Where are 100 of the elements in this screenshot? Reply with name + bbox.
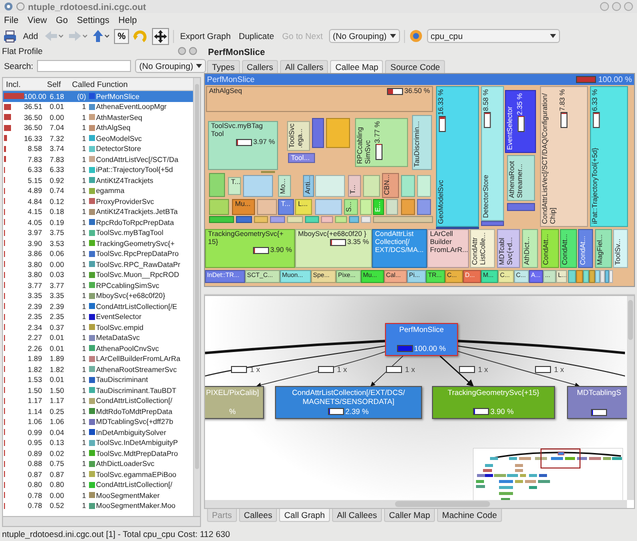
minimize-icon[interactable] (600, 2, 609, 11)
treemap-tile[interactable] (257, 199, 277, 215)
call-arrow[interactable] (456, 350, 580, 388)
scrollbar[interactable] (2, 517, 201, 527)
treemap-tile[interactable] (595, 270, 600, 283)
tab[interactable]: Call Graph (279, 509, 330, 522)
tab[interactable]: Machine Code (437, 509, 502, 522)
treemap-tile[interactable] (236, 216, 252, 223)
tab[interactable]: Callees (238, 509, 278, 522)
treemap-tile[interactable] (583, 270, 589, 283)
treemap-tile[interactable] (568, 270, 576, 283)
menu-item[interactable]: File (4, 15, 19, 25)
treemap-tile[interactable] (209, 216, 234, 223)
grouping-dropdown[interactable]: (No Grouping) (135, 59, 206, 73)
call-edge[interactable] (458, 340, 625, 354)
treemap-tile[interactable] (270, 216, 285, 223)
treemap-tile[interactable] (315, 199, 342, 215)
tab[interactable]: Callers (242, 60, 278, 73)
treemap-tile[interactable] (287, 216, 303, 223)
menu-item[interactable]: Help (118, 15, 137, 25)
column-header[interactable]: Self (44, 80, 69, 88)
graph-overview-drawing[interactable] (473, 448, 623, 502)
pin-icon[interactable] (16, 2, 25, 11)
treemap-tile[interactable] (315, 175, 345, 197)
treemap-tile[interactable] (507, 203, 535, 211)
grouping-dropdown[interactable]: (No Grouping) (328, 29, 400, 43)
float-icon[interactable] (178, 47, 186, 55)
status-text: ntuple_rdotoesd.ini.cgc.out [1] - Total cpu_cpu Cost: 112 630 (2, 529, 230, 539)
call-arrow[interactable] (256, 350, 388, 388)
cycle-arrow-icon[interactable] (133, 30, 148, 42)
column-header[interactable]: Function (95, 80, 193, 88)
tab[interactable]: All Callers (280, 60, 328, 73)
treemap-tile[interactable] (326, 118, 350, 148)
call-edge[interactable] (458, 346, 625, 376)
maximize-icon[interactable] (612, 2, 621, 11)
printer-icon[interactable] (3, 30, 17, 42)
treemap-tile[interactable] (373, 216, 433, 223)
cost-bar-icon (386, 366, 402, 373)
search-field[interactable] (37, 60, 132, 72)
column-header[interactable]: Incl. (3, 80, 44, 88)
cost-bar-icon (459, 366, 475, 373)
treemap-tile[interactable] (360, 199, 372, 215)
close-icon[interactable] (189, 47, 197, 55)
tab[interactable]: Caller Map (384, 509, 436, 522)
add-button[interactable]: Add (21, 30, 40, 42)
treemap-tile[interactable] (481, 221, 504, 226)
treemap-tile[interactable] (600, 270, 605, 283)
target-icon[interactable] (408, 29, 423, 43)
call-arrow[interactable] (440, 356, 474, 387)
tab[interactable]: Types (207, 60, 240, 73)
treemap-tile[interactable] (335, 216, 347, 223)
call-edge[interactable] (205, 340, 386, 354)
menu-item[interactable]: View (28, 15, 47, 25)
treemap-tile[interactable] (401, 199, 415, 215)
treemap-tile[interactable] (605, 270, 609, 283)
panel-title: Flat Profile (2, 46, 43, 56)
treemap-tile[interactable] (254, 216, 268, 223)
treemap-tile[interactable] (363, 175, 380, 197)
treemap-tile[interactable] (243, 175, 273, 197)
tile-percent: 100.00 % (598, 75, 632, 84)
percent-toggle[interactable]: % (114, 28, 130, 44)
menu-item[interactable]: Settings (76, 15, 110, 25)
cost-bar-icon (535, 366, 551, 373)
forward-arrow-icon[interactable] (68, 30, 88, 42)
tab[interactable]: Source Code (385, 60, 446, 73)
treemap-tile[interactable] (361, 216, 371, 223)
treemap-root-bar[interactable]: PerfMonSlice 100.00 % (205, 74, 634, 85)
tab[interactable]: All Callees (332, 509, 382, 522)
column-header[interactable]: Called (69, 80, 95, 88)
close-icon[interactable] (624, 2, 633, 11)
call-arrow[interactable] (370, 356, 404, 387)
call-edge[interactable] (205, 346, 386, 376)
function-title: PerfMonSlice (207, 46, 266, 59)
duplicate-button[interactable]: Duplicate (236, 30, 276, 42)
event-type-dropdown[interactable]: cpu_cpu (426, 29, 560, 43)
scrollbar[interactable] (193, 78, 200, 516)
scrollbar[interactable] (627, 296, 634, 500)
back-arrow-icon[interactable] (44, 30, 64, 42)
dropdown-arrow-icon (550, 34, 556, 38)
treemap-tile[interactable] (305, 216, 319, 223)
tile-label: PerfMonSlice (207, 75, 255, 84)
treemap-tile[interactable] (589, 270, 595, 283)
menu-item[interactable]: Go (56, 15, 68, 25)
treemap-tile[interactable] (609, 270, 613, 283)
treemap-tile[interactable] (417, 175, 431, 197)
move-toggle[interactable] (152, 28, 170, 44)
treemap-tile[interactable] (401, 175, 415, 197)
treemap-tile[interactable] (386, 199, 398, 215)
treemap-tile[interactable] (576, 270, 583, 283)
up-arrow-icon[interactable] (92, 30, 110, 42)
treemap-tile[interactable] (321, 216, 333, 223)
treemap-tile[interactable] (312, 118, 324, 148)
treemap-tile[interactable] (209, 199, 229, 215)
scrollbar[interactable] (205, 500, 627, 508)
treemap-tile[interactable] (209, 173, 225, 197)
treemap-tile[interactable] (349, 216, 359, 223)
dropdown-arrow-icon (196, 64, 202, 68)
tab[interactable]: Callee Map (330, 60, 384, 73)
treemap-tile[interactable] (417, 199, 431, 215)
export-graph-button[interactable]: Export Graph (178, 30, 233, 42)
